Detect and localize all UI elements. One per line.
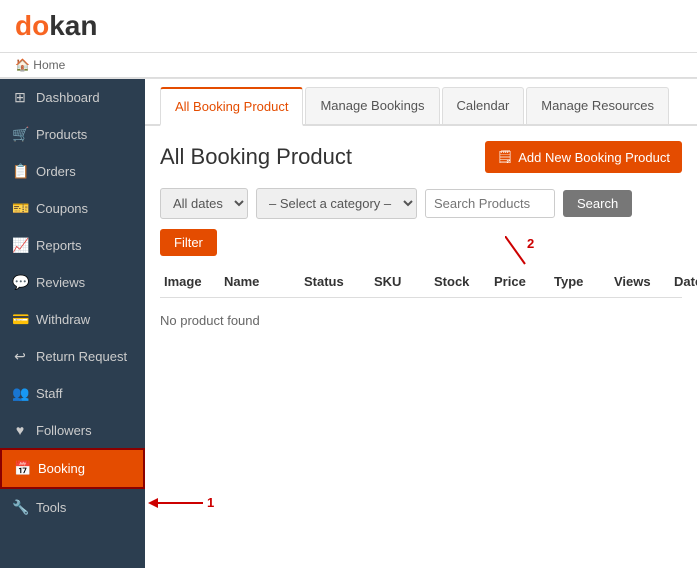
orders-icon: 📋 — [12, 163, 28, 180]
filter-row: All dates – Select a category – Search — [160, 188, 682, 219]
sidebar-item-dashboard[interactable]: ⊞ Dashboard — [0, 79, 145, 116]
brand-logo: dokan — [15, 10, 682, 42]
annotation-1-arrow: 1 — [148, 495, 214, 510]
sidebar-item-reports[interactable]: 📈 Reports — [0, 227, 145, 264]
staff-icon: 👥 — [12, 385, 28, 402]
breadcrumb-home[interactable]: Home — [33, 58, 65, 72]
table-header: Image Name Status SKU Stock Price Type V… — [160, 266, 682, 298]
sidebar-item-withdraw[interactable]: 💳 Withdraw — [0, 301, 145, 338]
tab-all-booking-product[interactable]: All Booking Product — [160, 87, 303, 126]
col-stock: Stock — [430, 274, 490, 289]
sidebar-item-staff[interactable]: 👥 Staff — [0, 375, 145, 412]
col-date: Date — [670, 274, 697, 289]
breadcrumb: 🏠 Home — [0, 53, 697, 78]
col-image: Image — [160, 274, 220, 289]
dashboard-icon: ⊞ — [12, 89, 28, 106]
sidebar-item-reviews[interactable]: 💬 Reviews — [0, 264, 145, 301]
withdraw-icon: 💳 — [12, 311, 28, 328]
sidebar-item-tools[interactable]: 🔧 Tools — [0, 489, 145, 526]
sidebar-item-label: Orders — [36, 164, 76, 179]
tab-manage-bookings[interactable]: Manage Bookings — [305, 87, 439, 124]
tab-bar: All Booking Product Manage Bookings Cale… — [145, 79, 697, 126]
tools-icon: 🔧 — [12, 499, 28, 516]
sidebar-item-return-request[interactable]: ↩ Return Request — [0, 338, 145, 375]
products-icon: 🛒 — [12, 126, 28, 143]
search-input[interactable] — [425, 189, 555, 218]
sidebar-item-label: Staff — [36, 386, 63, 401]
add-new-booking-product-button[interactable]: 🗒 Add New Booking Product — [485, 141, 682, 173]
sidebar-item-label: Booking — [38, 461, 85, 476]
booking-icon: 📅 — [14, 460, 30, 477]
col-price: Price — [490, 274, 550, 289]
sidebar-item-label: Reports — [36, 238, 82, 253]
followers-icon: ♥ — [12, 422, 28, 438]
page-title: All Booking Product — [160, 144, 352, 170]
tab-calendar[interactable]: Calendar — [442, 87, 525, 124]
filter-button[interactable]: Filter — [160, 229, 217, 256]
sidebar-item-label: Reviews — [36, 275, 85, 290]
search-button[interactable]: Search — [563, 190, 632, 217]
col-views: Views — [610, 274, 670, 289]
sidebar-item-label: Products — [36, 127, 87, 142]
tab-manage-resources[interactable]: Manage Resources — [526, 87, 669, 124]
empty-state: No product found — [160, 298, 682, 343]
sidebar-item-booking[interactable]: 📅 Booking — [0, 448, 145, 489]
sidebar-item-label: Return Request — [36, 349, 127, 364]
reports-icon: 📈 — [12, 237, 28, 254]
sidebar-item-label: Followers — [36, 423, 92, 438]
sidebar-item-label: Coupons — [36, 201, 88, 216]
return-icon: ↩ — [12, 348, 28, 365]
col-name: Name — [220, 274, 300, 289]
col-type: Type — [550, 274, 610, 289]
main-content: All Booking Product Manage Bookings Cale… — [145, 79, 697, 568]
coupons-icon: 🎫 — [12, 200, 28, 217]
col-status: Status — [300, 274, 370, 289]
sidebar-item-orders[interactable]: 📋 Orders — [0, 153, 145, 190]
home-icon: 🏠 — [15, 58, 30, 72]
dates-select[interactable]: All dates — [160, 188, 248, 219]
col-sku: SKU — [370, 274, 430, 289]
reviews-icon: 💬 — [12, 274, 28, 291]
sidebar-item-label: Tools — [36, 500, 66, 515]
add-icon: 🗒 — [497, 149, 514, 165]
sidebar-item-coupons[interactable]: 🎫 Coupons — [0, 190, 145, 227]
sidebar: ⊞ Dashboard 🛒 Products 📋 Orders 🎫 Coupon… — [0, 79, 145, 568]
sidebar-item-products[interactable]: 🛒 Products — [0, 116, 145, 153]
category-select[interactable]: – Select a category – — [256, 188, 417, 219]
sidebar-item-label: Withdraw — [36, 312, 90, 327]
annotation-2-label: 2 — [527, 236, 534, 251]
sidebar-item-label: Dashboard — [36, 90, 100, 105]
sidebar-item-followers[interactable]: ♥ Followers — [0, 412, 145, 448]
annotation-1-label: 1 — [207, 495, 214, 510]
annotation-2: 2 — [505, 236, 540, 269]
